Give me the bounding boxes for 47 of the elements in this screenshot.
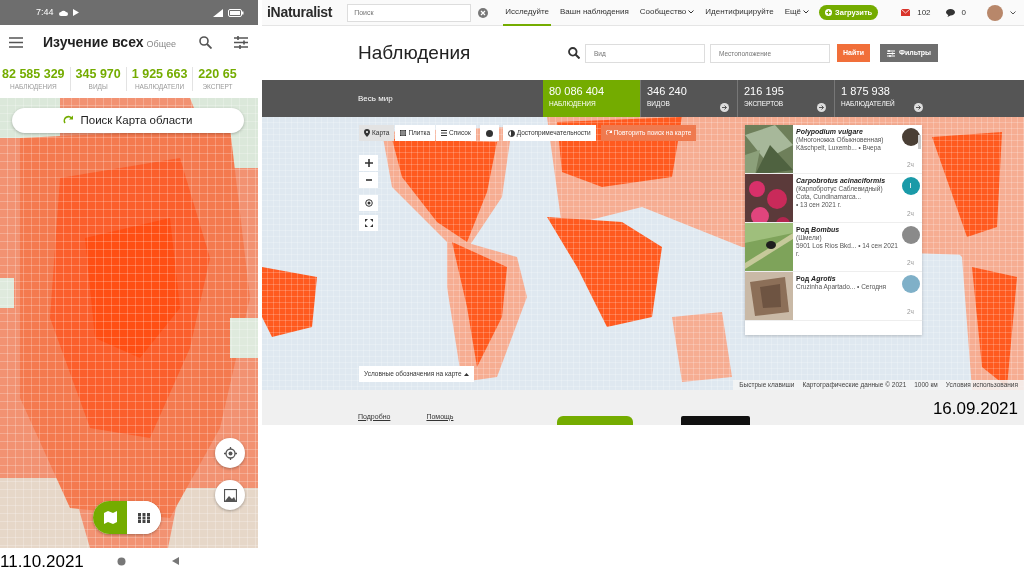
app-subtitle: Общее [146,38,177,51]
arrow-icon [817,103,826,112]
caret-icon [688,9,695,14]
user-avatar[interactable] [987,4,1003,21]
filter-icon [887,49,895,57]
refresh-icon [63,115,75,126]
menu-icon[interactable] [9,37,23,48]
arrow-icon [914,103,923,112]
nav-link[interactable]: Вашн наблюдения [558,0,631,26]
grid-view-button[interactable] [127,501,161,534]
back-icon[interactable] [171,557,179,565]
mail-icon[interactable] [901,9,911,16]
plus-icon [825,9,832,16]
notification-count: 0 [961,6,966,19]
date-caption: 11.10.2021 [0,552,84,570]
stat-value: 1 925 663 [131,66,188,82]
chat-icon[interactable] [945,8,955,17]
caret-icon [1010,10,1016,15]
date-caption: 16.09.2021 [932,400,1018,417]
target-icon [223,446,237,460]
signal-icon [213,8,223,17]
caret-icon [803,9,810,14]
logo[interactable]: iNaturalist [267,2,333,23]
stat-value: 345 970 [75,66,121,82]
grid-icon [138,512,150,523]
stat-value: 220 65 [198,66,237,82]
play-icon [72,9,79,16]
search-icon[interactable] [199,36,212,49]
stat-value: 82 585 329 [2,66,65,82]
clear-icon[interactable] [478,7,489,18]
map-icon [103,511,117,524]
home-icon[interactable] [116,556,126,566]
app-title: Изучение всех [43,33,144,52]
nav-link[interactable]: Идентифицируйте [703,0,776,26]
image-icon [223,488,237,502]
filter-icon[interactable] [234,36,248,49]
page-title: Наблюдения [358,41,472,65]
message-count: 102 [917,6,931,19]
cloud-icon [58,9,68,16]
nav-link[interactable]: Ещё [782,0,812,26]
arrow-icon [720,103,729,112]
battery-icon [228,8,244,17]
search-area-button[interactable]: Поиск Карта области [12,108,244,133]
nav-link[interactable]: Сообщество [637,0,697,26]
status-time: 7:44 [36,5,54,19]
search-icon[interactable] [568,47,580,59]
place-name: Весь мир [358,92,393,105]
